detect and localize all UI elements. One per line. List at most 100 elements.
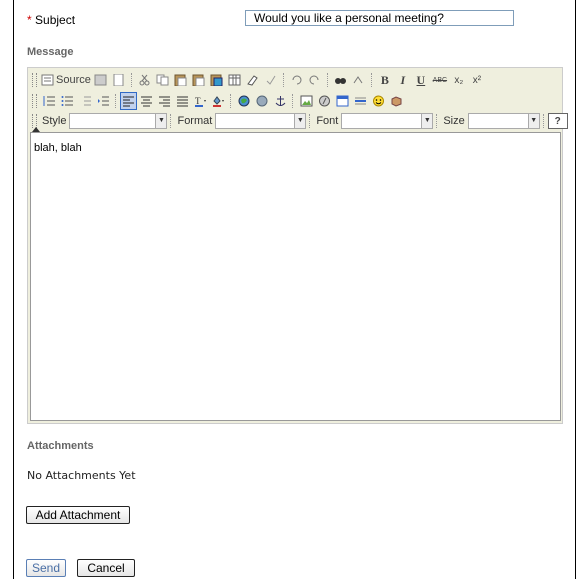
paste-icon: [174, 74, 187, 86]
subject-label: * Subject: [27, 13, 75, 27]
spellcheck-button[interactable]: [262, 71, 280, 89]
numbered-list-icon: [43, 96, 55, 106]
unlink-button[interactable]: [253, 92, 271, 110]
eraser-icon: [247, 75, 259, 86]
indent-button[interactable]: [94, 92, 112, 110]
message-title: Message: [27, 46, 74, 58]
find-button[interactable]: [332, 71, 350, 89]
bg-color-icon: [212, 96, 224, 107]
paste-word-icon: [210, 74, 223, 86]
source-icon: [41, 74, 54, 86]
horizontal-rule-button[interactable]: [351, 92, 369, 110]
justify-button[interactable]: [173, 92, 191, 110]
chevron-down-icon: ▼: [155, 114, 167, 128]
source-button[interactable]: Source: [40, 71, 92, 89]
add-attachment-button[interactable]: Add Attachment: [26, 506, 130, 524]
text-color-icon: T: [194, 96, 206, 107]
chevron-down-icon: ▼: [294, 114, 306, 128]
horizontal-rule-icon: [354, 97, 366, 105]
numbered-list-button[interactable]: [40, 92, 58, 110]
italic-button[interactable]: I: [394, 71, 412, 89]
size-select[interactable]: ▼: [467, 113, 540, 129]
help-button[interactable]: ?: [547, 113, 568, 129]
message-body[interactable]: blah, blah: [30, 132, 561, 421]
copy-button[interactable]: [154, 71, 172, 89]
cut-icon: [139, 74, 150, 86]
toolbar-row-3: Style ▼ Format ▼ Font ▼ Size ▼ ?: [30, 111, 568, 131]
toolbar-grip: [32, 114, 37, 128]
redo-icon: [309, 75, 319, 85]
cancel-button[interactable]: Cancel: [77, 559, 135, 577]
style-select[interactable]: ▼: [69, 113, 168, 129]
align-left-icon: [123, 96, 134, 107]
indent-icon: [97, 96, 109, 106]
subscript-button[interactable]: x₂: [450, 71, 468, 89]
flash-icon: [318, 95, 330, 107]
anchor-icon: [275, 96, 285, 106]
justify-icon: [176, 96, 188, 107]
font-label: Font: [316, 115, 339, 127]
style-label: Style: [42, 115, 67, 127]
underline-button[interactable]: U: [412, 71, 430, 89]
replace-button[interactable]: [350, 71, 368, 89]
source-label: Source: [56, 74, 91, 86]
undo-icon: [292, 75, 302, 85]
chevron-down-icon: ▼: [421, 114, 433, 128]
special-char-icon: [391, 96, 401, 107]
strikethrough-button[interactable]: ABC: [430, 71, 450, 89]
paste-text-button[interactable]: [190, 71, 208, 89]
toolbar-separator: [282, 73, 285, 87]
table-button[interactable]: [226, 71, 244, 89]
undo-button[interactable]: [288, 71, 306, 89]
attachments-title: Attachments: [27, 440, 94, 452]
chevron-down-icon: ▼: [527, 114, 539, 128]
align-left-button[interactable]: [120, 92, 137, 110]
iframe-icon: [336, 95, 348, 107]
toolbar-separator: [230, 94, 232, 108]
eraser-button[interactable]: [244, 71, 262, 89]
unlink-icon: [256, 95, 267, 107]
special-char-button[interactable]: [387, 92, 405, 110]
save-icon: [94, 74, 107, 86]
message-body-text: blah, blah: [34, 142, 82, 154]
redo-button[interactable]: [306, 71, 324, 89]
text-color-button[interactable]: T: [191, 92, 209, 110]
subject-input[interactable]: [245, 10, 514, 26]
bold-button[interactable]: B: [376, 71, 394, 89]
format-select[interactable]: ▼: [215, 113, 307, 129]
outdent-button[interactable]: [76, 92, 94, 110]
copy-icon: [156, 74, 169, 86]
toolbar-grip: [32, 94, 37, 108]
paste-text-icon: [192, 74, 205, 86]
subject-label-text: Subject: [35, 13, 76, 27]
font-select[interactable]: ▼: [341, 113, 434, 129]
svg-text:T: T: [195, 96, 201, 106]
save-button[interactable]: [92, 71, 110, 89]
bulleted-list-button[interactable]: [58, 92, 76, 110]
flash-button[interactable]: [315, 92, 333, 110]
link-icon: [238, 95, 249, 107]
link-button[interactable]: [235, 92, 253, 110]
cut-button[interactable]: [136, 71, 154, 89]
anchor-button[interactable]: [271, 92, 289, 110]
table-icon: [228, 74, 241, 86]
align-right-button[interactable]: [155, 92, 173, 110]
new-page-button[interactable]: [110, 71, 128, 89]
send-button[interactable]: Send: [26, 559, 66, 577]
toolbar-separator: [309, 114, 311, 128]
iframe-button[interactable]: [333, 92, 351, 110]
toolbar-separator: [130, 73, 133, 87]
superscript-button[interactable]: x²: [468, 71, 486, 89]
smiley-button[interactable]: [369, 92, 387, 110]
format-label: Format: [177, 115, 213, 127]
align-center-button[interactable]: [137, 92, 155, 110]
smiley-icon: [372, 95, 384, 107]
image-button[interactable]: [297, 92, 315, 110]
paste-button[interactable]: [172, 71, 190, 89]
form-panel: * Subject Message Source: [13, 0, 576, 579]
bulleted-list-icon: [61, 96, 73, 106]
paste-word-button[interactable]: [208, 71, 226, 89]
toolbar-row-2: T: [30, 91, 405, 111]
outdent-icon: [83, 96, 91, 106]
bg-color-button[interactable]: [209, 92, 227, 110]
